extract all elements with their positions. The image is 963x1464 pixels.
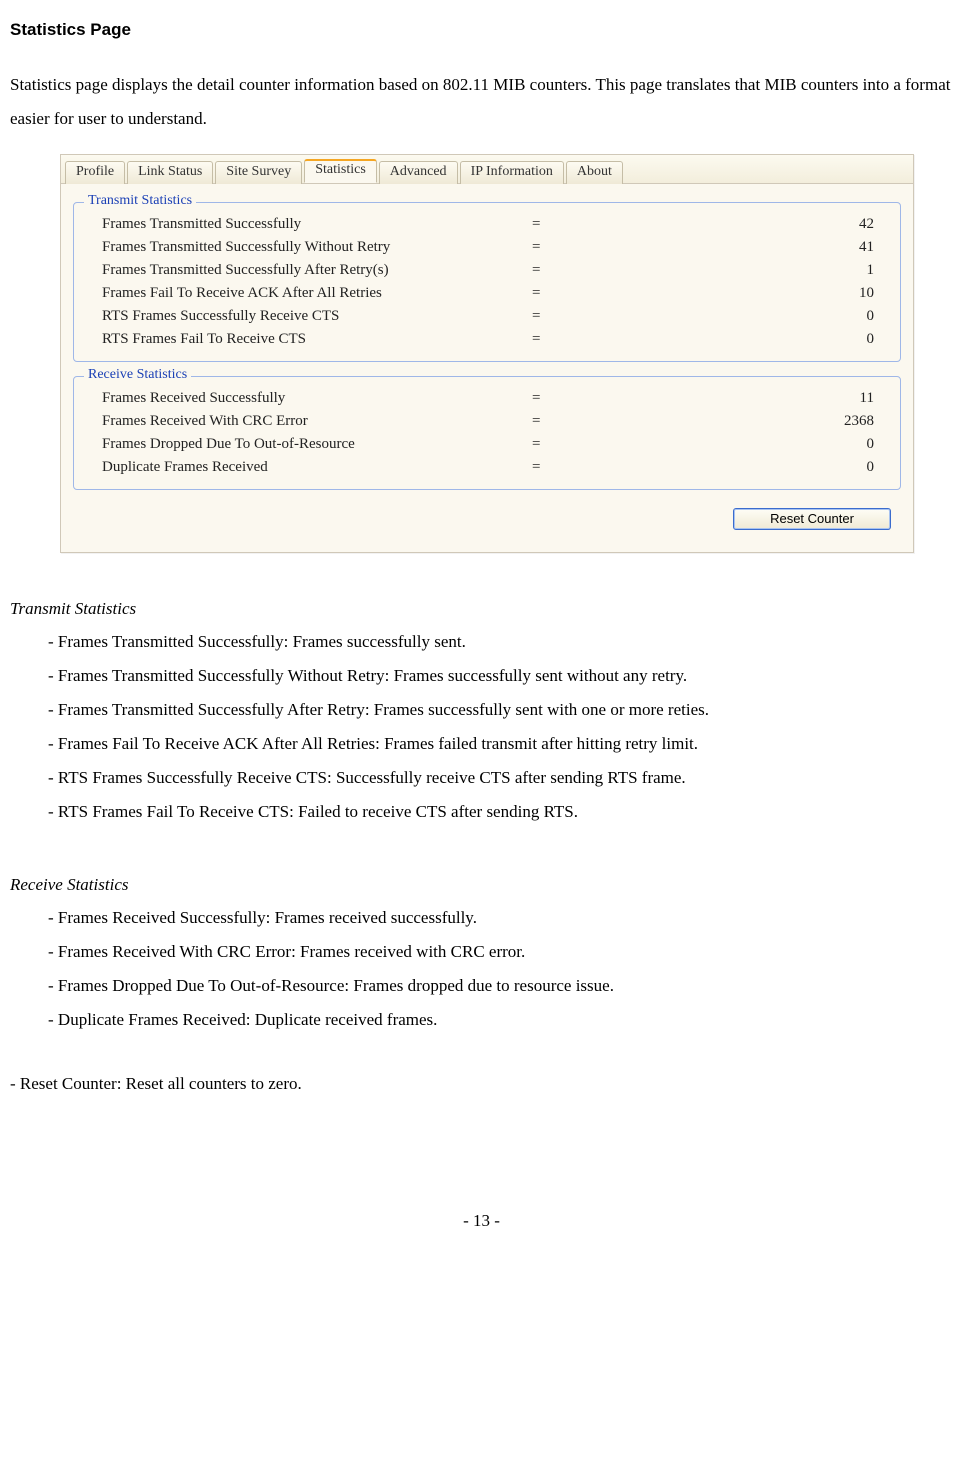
stat-label: Frames Dropped Due To Out-of-Resource (102, 436, 532, 453)
transmit-statistics-group: Transmit Statistics Frames Transmitted S… (73, 202, 901, 362)
tab-about[interactable]: About (566, 161, 623, 184)
stat-value: 0 (562, 331, 882, 348)
transmit-explain-title: Transmit Statistics (10, 599, 953, 619)
intro-paragraph: Statistics page displays the detail coun… (10, 68, 953, 136)
transmit-explain-list: - Frames Transmitted Successfully: Frame… (10, 625, 953, 829)
equals-sign: = (532, 331, 562, 348)
equals-sign: = (532, 285, 562, 302)
tabs-bar: Profile Link Status Site Survey Statisti… (61, 155, 913, 184)
table-row: Frames Transmitted Successfully Without … (102, 236, 882, 259)
equals-sign: = (532, 390, 562, 407)
receive-explain-list: - Frames Received Successfully: Frames r… (10, 901, 953, 1037)
tab-link-status[interactable]: Link Status (127, 161, 213, 184)
stat-label: Frames Transmitted Successfully Without … (102, 239, 532, 256)
page-number: - 13 - (10, 1211, 953, 1231)
stat-value: 42 (562, 216, 882, 233)
list-item: - Frames Received With CRC Error: Frames… (48, 935, 953, 969)
equals-sign: = (532, 239, 562, 256)
stat-label: Frames Transmitted Successfully (102, 216, 532, 233)
list-item: - Frames Transmitted Successfully: Frame… (48, 625, 953, 659)
list-item: - Frames Dropped Due To Out-of-Resource:… (48, 969, 953, 1003)
tab-profile[interactable]: Profile (65, 161, 125, 184)
stat-value: 0 (562, 308, 882, 325)
equals-sign: = (532, 436, 562, 453)
stat-label: Frames Received Successfully (102, 390, 532, 407)
table-row: RTS Frames Fail To Receive CTS = 0 (102, 328, 882, 351)
table-row: Duplicate Frames Received = 0 (102, 456, 882, 479)
stat-label: RTS Frames Successfully Receive CTS (102, 308, 532, 325)
stat-label: Frames Received With CRC Error (102, 413, 532, 430)
equals-sign: = (532, 308, 562, 325)
equals-sign: = (532, 216, 562, 233)
list-item: - Frames Received Successfully: Frames r… (48, 901, 953, 935)
equals-sign: = (532, 413, 562, 430)
transmit-group-legend: Transmit Statistics (84, 193, 196, 209)
table-row: Frames Transmitted Successfully After Re… (102, 259, 882, 282)
list-item: - Frames Transmitted Successfully After … (48, 693, 953, 727)
stat-label: Frames Transmitted Successfully After Re… (102, 262, 532, 279)
list-item: - Frames Transmitted Successfully Withou… (48, 659, 953, 693)
table-row: Frames Received With CRC Error = 2368 (102, 410, 882, 433)
receive-explain-title: Receive Statistics (10, 875, 953, 895)
equals-sign: = (532, 459, 562, 476)
tab-advanced[interactable]: Advanced (379, 161, 458, 184)
reset-counter-button[interactable]: Reset Counter (733, 508, 891, 530)
list-item: - Frames Fail To Receive ACK After All R… (48, 727, 953, 761)
equals-sign: = (532, 262, 562, 279)
table-row: RTS Frames Successfully Receive CTS = 0 (102, 305, 882, 328)
stat-value: 10 (562, 285, 882, 302)
table-row: Frames Dropped Due To Out-of-Resource = … (102, 433, 882, 456)
reset-explain: - Reset Counter: Reset all counters to z… (10, 1067, 953, 1101)
statistics-app-window: Profile Link Status Site Survey Statisti… (60, 154, 914, 553)
table-row: Frames Fail To Receive ACK After All Ret… (102, 282, 882, 305)
receive-group-legend: Receive Statistics (84, 367, 191, 383)
page-title: Statistics Page (10, 20, 953, 40)
stat-value: 41 (562, 239, 882, 256)
table-row: Frames Received Successfully = 11 (102, 387, 882, 410)
tab-site-survey[interactable]: Site Survey (215, 161, 302, 184)
receive-statistics-group: Receive Statistics Frames Received Succe… (73, 376, 901, 490)
list-item: - Duplicate Frames Received: Duplicate r… (48, 1003, 953, 1037)
table-row: Frames Transmitted Successfully = 42 (102, 213, 882, 236)
stat-value: 11 (562, 390, 882, 407)
tab-content-statistics: Transmit Statistics Frames Transmitted S… (61, 184, 913, 552)
stat-value: 2368 (562, 413, 882, 430)
stat-label: Frames Fail To Receive ACK After All Ret… (102, 285, 532, 302)
list-item: - RTS Frames Fail To Receive CTS: Failed… (48, 795, 953, 829)
tab-statistics[interactable]: Statistics (304, 159, 377, 183)
stat-value: 0 (562, 459, 882, 476)
stat-value: 1 (562, 262, 882, 279)
stat-label: Duplicate Frames Received (102, 459, 532, 476)
tab-ip-information[interactable]: IP Information (460, 161, 564, 184)
stat-label: RTS Frames Fail To Receive CTS (102, 331, 532, 348)
list-item: - RTS Frames Successfully Receive CTS: S… (48, 761, 953, 795)
stat-value: 0 (562, 436, 882, 453)
